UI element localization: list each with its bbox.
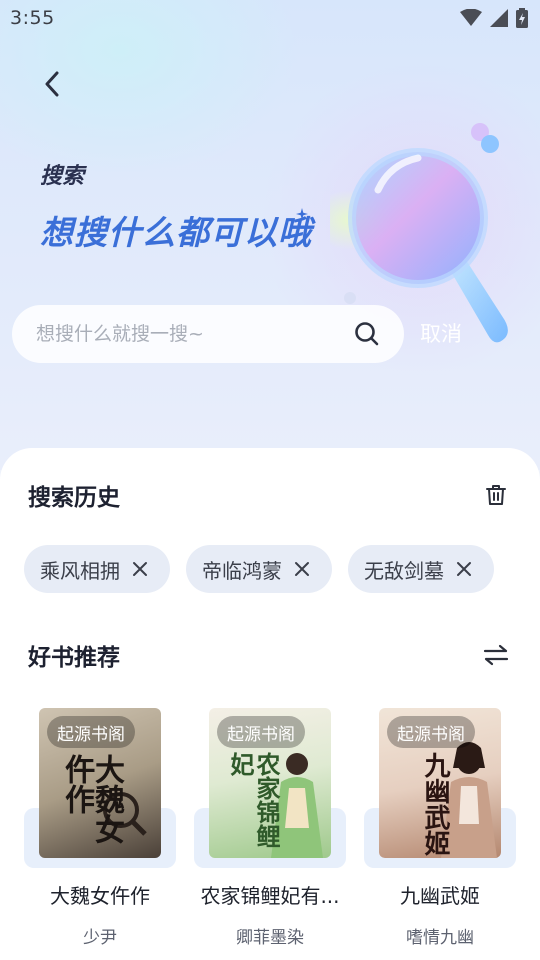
history-chip-label: 帝临鸿蒙 xyxy=(202,558,282,583)
hero-big-title: 想搜什么都可以哦 xyxy=(40,213,312,252)
search-button[interactable] xyxy=(352,319,382,349)
cancel-button[interactable]: 取消 xyxy=(420,318,462,348)
history-header: 搜索历史 xyxy=(28,478,512,512)
history-chip-label: 乘风相拥 xyxy=(40,558,120,583)
back-button[interactable] xyxy=(34,64,70,104)
book-cover-wrap: 起源书阁 大魏女仵作 xyxy=(24,708,176,868)
hero-small-title: 搜索 xyxy=(40,164,85,189)
status-icons xyxy=(460,8,528,28)
source-tag: 起源书阁 xyxy=(387,716,475,748)
chevron-left-icon xyxy=(45,71,59,97)
history-chip[interactable]: 帝临鸿蒙 xyxy=(186,545,332,593)
book-author: 少尹 xyxy=(83,928,117,948)
status-bar: 3:55 xyxy=(0,0,540,36)
book-author: 嗜情九幽 xyxy=(406,928,474,948)
cover-title-art: 九幽武姬 xyxy=(420,752,450,856)
wifi-icon xyxy=(460,9,482,26)
source-tag: 起源书阁 xyxy=(217,716,305,748)
book-title: 九幽武姬 xyxy=(400,884,480,908)
book-cover-wrap: 起源书阁 九幽武姬 xyxy=(364,708,516,868)
book-card[interactable]: 起源书阁 大魏女仵作 大魏女仵作 少尹 xyxy=(24,708,176,948)
search-input[interactable] xyxy=(36,323,352,345)
book-card[interactable]: 起源书阁 九幽武姬 九幽武姬 嗜情九幽 xyxy=(364,708,516,948)
trash-icon xyxy=(486,485,506,505)
cover-title-art: 农家锦鲤妃 xyxy=(226,752,281,848)
refresh-recommend-button[interactable] xyxy=(480,639,512,671)
history-chips: 乘风相拥 帝临鸿蒙 无敌剑墓 xyxy=(24,545,494,593)
book-cover-image[interactable]: 起源书阁 九幽武姬 xyxy=(379,708,501,858)
remove-chip-button[interactable] xyxy=(130,559,150,579)
cover-title-art: 大魏女仵作 xyxy=(59,754,124,844)
book-list: 起源书阁 大魏女仵作 大魏女仵作 少尹 起源书阁 农家锦鲤妃 农家锦鲤妃有...… xyxy=(24,708,516,948)
book-card[interactable]: 起源书阁 农家锦鲤妃 农家锦鲤妃有... 卿菲墨染 xyxy=(194,708,346,948)
remove-chip-button[interactable] xyxy=(454,559,474,579)
status-time: 3:55 xyxy=(10,7,55,29)
cellular-signal-icon xyxy=(490,9,508,27)
recommend-title: 好书推荐 xyxy=(28,645,120,671)
book-cover-wrap: 起源书阁 农家锦鲤妃 xyxy=(194,708,346,868)
search-box xyxy=(12,305,404,363)
history-chip[interactable]: 乘风相拥 xyxy=(24,545,170,593)
book-cover-image[interactable]: 起源书阁 农家锦鲤妃 xyxy=(209,708,331,858)
hero-banner: 3:55 搜索 想搜什么都可以哦 想搜什么就搜一搜~ 取消 xyxy=(0,0,540,470)
book-title: 大魏女仵作 xyxy=(50,884,150,908)
history-chip-label: 无敌剑墓 xyxy=(364,558,444,583)
history-chip[interactable]: 无敌剑墓 xyxy=(348,545,494,593)
swap-arrows-icon xyxy=(483,644,509,666)
book-title: 农家锦鲤妃有... xyxy=(200,884,340,908)
close-icon xyxy=(295,562,309,576)
close-icon xyxy=(133,562,147,576)
clear-history-button[interactable] xyxy=(480,479,512,511)
source-tag: 起源书阁 xyxy=(47,716,135,748)
book-cover-image[interactable]: 起源书阁 大魏女仵作 xyxy=(39,708,161,858)
content-panel: 搜索历史 乘风相拥 帝临鸿蒙 无敌剑墓 好书推荐 起源书阁 大魏女仵作 大魏女仵… xyxy=(0,448,540,960)
recommend-header: 好书推荐 xyxy=(28,638,512,672)
remove-chip-button[interactable] xyxy=(292,559,312,579)
search-icon xyxy=(355,322,379,346)
close-icon xyxy=(457,562,471,576)
history-title: 搜索历史 xyxy=(28,485,120,511)
battery-icon xyxy=(516,8,528,28)
book-author: 卿菲墨染 xyxy=(236,928,304,948)
sparkle-icon xyxy=(296,208,308,220)
